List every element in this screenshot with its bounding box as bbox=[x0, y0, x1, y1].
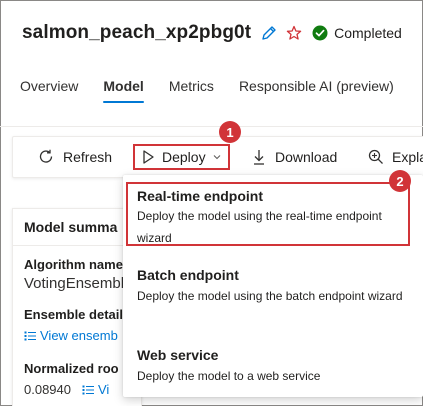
algorithm-name-value: VotingEnsemble bbox=[24, 275, 133, 292]
real-time-highlight-box bbox=[126, 182, 410, 246]
download-icon bbox=[251, 148, 267, 166]
menu-item-batch-endpoint[interactable]: Batch endpoint Deploy the model using th… bbox=[123, 255, 423, 325]
ensemble-details-label: Ensemble detail bbox=[24, 307, 123, 322]
tab-bar: Overview Model Metrics Responsible AI (p… bbox=[20, 76, 419, 103]
tab-model[interactable]: Model bbox=[103, 76, 145, 103]
download-button[interactable]: Download bbox=[251, 146, 337, 168]
menu-item-title: Batch endpoint bbox=[137, 267, 239, 283]
callout-badge-1: 1 bbox=[219, 121, 241, 143]
tab-overview[interactable]: Overview bbox=[20, 76, 78, 100]
explain-label: Expla bbox=[392, 149, 423, 165]
normalized-root-label: Normalized roo bbox=[24, 361, 119, 376]
run-title: salmon_peach_xp2pbg0t bbox=[22, 22, 252, 43]
list-icon bbox=[82, 384, 94, 396]
download-label: Download bbox=[275, 149, 338, 165]
status-badge: Completed bbox=[312, 25, 402, 41]
deploy-highlight-box bbox=[133, 144, 230, 170]
tab-metrics[interactable]: Metrics bbox=[169, 76, 214, 100]
list-icon bbox=[24, 330, 36, 342]
status-text: Completed bbox=[334, 25, 402, 41]
normalized-root-value: 0.08940 bbox=[24, 382, 71, 397]
refresh-button[interactable]: Refresh bbox=[37, 146, 112, 168]
menu-item-web-service[interactable]: Web service Deploy the model to a web se… bbox=[123, 335, 423, 393]
algorithm-name-label: Algorithm name bbox=[24, 257, 123, 272]
view-ensemble-text: View ensemb bbox=[40, 328, 118, 343]
explain-zoom-icon bbox=[367, 148, 385, 166]
view-ensemble-link[interactable]: View ensemb bbox=[24, 328, 118, 343]
view-metric-link[interactable]: Vi bbox=[82, 382, 109, 397]
card-title: Model summa bbox=[24, 219, 118, 235]
refresh-label: Refresh bbox=[63, 149, 113, 165]
tab-divider bbox=[0, 126, 423, 127]
run-header: salmon_peach_xp2pbg0t Completed bbox=[22, 18, 402, 48]
command-bar: Refresh Deploy Download Expla bbox=[12, 136, 423, 178]
tab-responsible-ai[interactable]: Responsible AI (preview) bbox=[239, 76, 394, 100]
callout-badge-2: 2 bbox=[389, 170, 411, 192]
menu-item-title: Web service bbox=[137, 347, 219, 363]
view-metric-text: Vi bbox=[98, 382, 110, 397]
star-outline-icon[interactable] bbox=[286, 25, 302, 41]
menu-item-description: Deploy the model using the batch endpoin… bbox=[137, 289, 403, 303]
edit-pencil-icon[interactable] bbox=[260, 24, 278, 42]
explain-button[interactable]: Expla bbox=[367, 146, 423, 168]
check-circle-icon bbox=[312, 25, 328, 41]
menu-item-description: Deploy the model to a web service bbox=[137, 369, 321, 383]
refresh-icon bbox=[37, 148, 55, 166]
